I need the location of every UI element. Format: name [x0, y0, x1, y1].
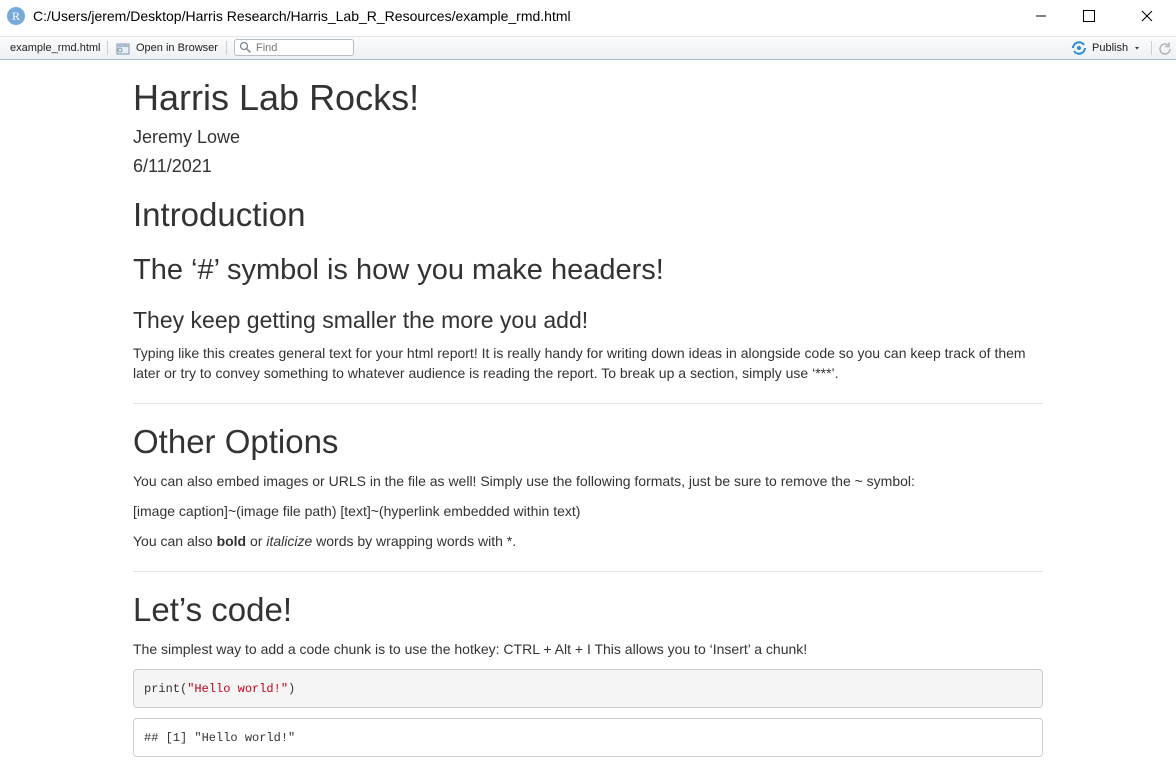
intro-paragraph: Typing like this creates general text fo… [133, 345, 1026, 381]
window-titlebar: R C:/Users/jerem/Desktop/Harris Research… [0, 0, 1176, 34]
bold-text: bold [216, 533, 247, 549]
embed-paragraph: You can also embed images or URLS in the… [133, 473, 915, 489]
r-app-icon: R [7, 7, 25, 25]
document-title: Harris Lab Rocks! [133, 77, 420, 118]
window-title: C:/Users/jerem/Desktop/Harris Research/H… [33, 8, 571, 24]
bold-italic-paragraph: You can also bold or italicize words by … [133, 531, 516, 551]
refresh-button[interactable] [1158, 37, 1172, 59]
output-text: ## [1] "Hello world!" [144, 730, 296, 745]
refresh-icon [1159, 42, 1171, 55]
publish-label: Publish [1092, 42, 1129, 54]
find-input[interactable] [256, 41, 346, 54]
document-date: 6/11/2021 [133, 156, 212, 176]
text-span: You can also [133, 533, 217, 549]
find-box[interactable] [234, 39, 354, 56]
publish-icon [1072, 41, 1086, 55]
file-name-label: example_rmd.html [10, 42, 101, 54]
heading-other-options: Other Options [133, 423, 339, 460]
text-span: words by wrapping words with *. [312, 533, 517, 549]
text-span: or [246, 533, 267, 549]
section-divider [133, 403, 1043, 404]
heading-level-2: The ‘#’ symbol is how you make headers! [133, 254, 664, 286]
code-output: ## [1] "Hello world!" [133, 718, 1043, 757]
code-instructions-paragraph: The simplest way to add a code chunk is … [133, 641, 808, 657]
heading-lets-code: Let’s code! [133, 591, 293, 628]
code-paren: ) [288, 681, 296, 696]
viewer-toolbar: example_rmd.html Open in Browser Publish [0, 36, 1176, 60]
close-icon [1141, 10, 1153, 22]
italic-text: italicize [266, 533, 313, 549]
close-button[interactable] [1124, 0, 1170, 32]
toolbar-divider [107, 41, 108, 55]
section-divider [133, 571, 1043, 572]
open-in-browser-label: Open in Browser [136, 42, 218, 54]
minimize-icon [1036, 15, 1046, 17]
browser-icon [116, 43, 130, 54]
code-string: "Hello world!" [187, 681, 289, 696]
heading-introduction: Introduction [133, 196, 306, 233]
heading-level-3: They keep getting smaller the more you a… [133, 307, 589, 333]
chevron-down-icon[interactable] [1130, 43, 1144, 53]
minimize-button[interactable] [1018, 0, 1064, 32]
document-author: Jeremy Lowe [133, 127, 241, 147]
maximize-button[interactable] [1066, 0, 1112, 32]
code-function: print( [144, 681, 188, 696]
publish-button[interactable]: Publish [1071, 37, 1144, 59]
maximize-icon [1083, 10, 1095, 22]
open-in-browser-button[interactable]: Open in Browser [116, 37, 218, 59]
code-chunk: print("Hello world!") [133, 669, 1043, 708]
format-paragraph: [image caption]~(image file path) [text]… [133, 503, 581, 519]
toolbar-divider [1151, 41, 1152, 55]
toolbar-divider [226, 41, 227, 55]
search-icon [239, 41, 252, 54]
